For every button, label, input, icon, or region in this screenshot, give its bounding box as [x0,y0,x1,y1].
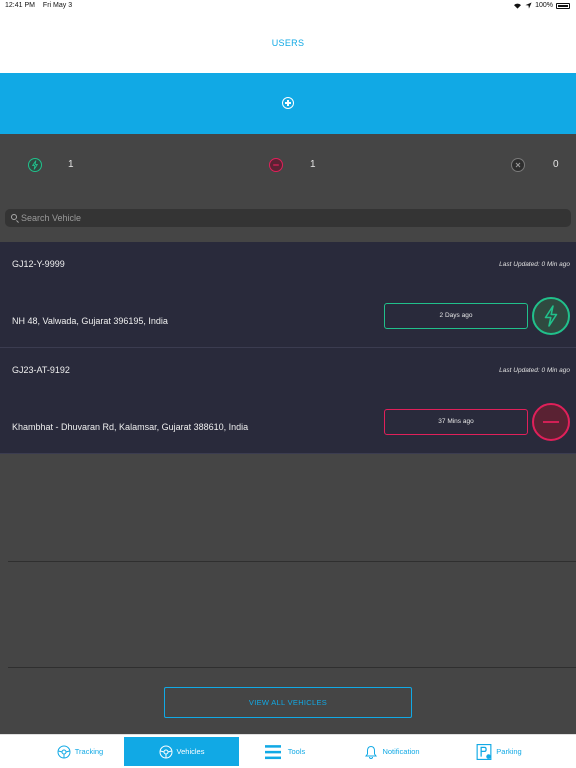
parking-icon [476,743,492,760]
location-arrow-icon [525,2,532,9]
status-summary: 1 1 0 [0,134,576,196]
status-time: 12:41 PM [5,2,35,9]
tab-bar: Tracking Vehicles Tools Notification Par… [0,734,576,768]
search-bar [5,209,571,227]
vehicle-list: GJ12-Y-9999 Last Updated: 0 Min ago NH 4… [0,242,576,454]
search-input[interactable] [21,209,561,227]
minus-icon[interactable] [532,403,570,441]
stopped-count: 1 [310,159,316,170]
tab-tools[interactable]: Tools [255,737,315,766]
last-updated: Last Updated: 0 Min ago [499,261,570,268]
steering-wheel-icon [57,745,71,758]
vehicle-plate: GJ12-Y-9999 [12,259,65,269]
main-content: 1 1 0 GJ12-Y-9999 Last Updated: 0 Min ag… [0,134,576,734]
last-updated: Last Updated: 0 Min ago [499,367,570,374]
lightning-icon[interactable] [532,297,570,335]
divider [8,561,576,562]
bell-icon [365,745,378,759]
battery-percent: 100% [535,2,553,9]
add-bar [0,73,576,134]
vehicle-address: Khambhat - Dhuvaran Rd, Kalamsar, Gujara… [12,422,249,432]
menu-icon [264,744,281,759]
tab-notification[interactable]: Notification [352,737,432,766]
offline-count: 0 [553,159,559,170]
add-circle-icon[interactable] [282,97,294,109]
time-ago-badge: 37 Mins ago [384,409,528,435]
steering-wheel-icon [159,745,173,758]
divider [8,667,576,668]
status-right: 100% [513,2,570,9]
tab-tracking[interactable]: Tracking [40,737,120,766]
battery-icon [556,2,570,9]
tab-vehicles[interactable]: Vehicles [124,737,239,766]
status-left: 12:41 PM Fri May 3 [5,2,78,9]
tab-label: Notification [382,747,420,756]
vehicle-row[interactable]: GJ12-Y-9999 Last Updated: 0 Min ago NH 4… [0,242,576,348]
lightning-icon[interactable] [28,158,42,172]
tab-label: Tools [287,747,306,756]
tab-label: Parking [496,747,522,756]
minus-icon[interactable] [269,158,283,172]
search-icon [11,214,17,220]
status-date: Fri May 3 [42,2,73,9]
tab-label: Vehicles [176,747,205,756]
close-icon[interactable] [511,158,525,172]
header: USERS [0,12,576,73]
vehicle-address: NH 48, Valwada, Gujarat 396195, India [12,316,168,326]
wifi-icon [514,3,522,9]
time-ago-badge: 2 Days ago [384,303,528,329]
vehicle-row[interactable]: GJ23-AT-9192 Last Updated: 0 Min ago Kha… [0,348,576,454]
vehicle-plate: GJ23-AT-9192 [12,365,70,375]
view-all-vehicles-button[interactable]: VIEW ALL VEHICLES [164,687,412,718]
status-bar: 12:41 PM Fri May 3 100% [0,0,576,12]
active-count: 1 [68,159,74,170]
tab-parking[interactable]: Parking [466,737,532,766]
tab-label: Tracking [74,747,104,756]
page-title[interactable]: USERS [0,38,576,48]
